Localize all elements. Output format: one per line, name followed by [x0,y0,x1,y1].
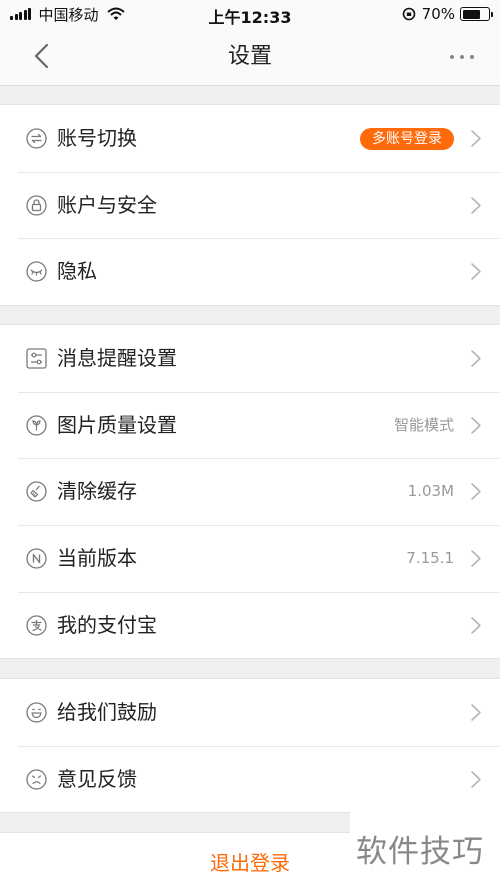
chevron-right-icon [471,550,481,567]
page-title: 设置 [227,44,272,69]
chevron-right-icon [471,263,481,281]
settings-row-account-security[interactable]: 账户与安全 [0,171,500,239]
multi-account-badge: 多账号登录 [360,128,454,150]
status-bar: 中国移动 上午12:33 70% [0,0,500,28]
version-n-icon [26,548,47,569]
row-label: 消息提醒设置 [57,346,177,370]
frown-icon [26,769,47,790]
settings-row-notifications[interactable]: 消息提醒设置 [0,325,500,392]
settings-group-account: 账号切换 多账号登录 账户与安全 隐私 [0,104,500,306]
chevron-right-icon [471,483,481,501]
chevron-right-icon [471,130,481,147]
settings-row-encourage[interactable]: 给我们鼓励 [0,679,500,746]
row-label: 隐私 [57,259,97,284]
settings-row-privacy[interactable]: 隐私 [0,238,500,305]
chevron-right-icon [471,416,481,434]
settings-row-clear-cache[interactable]: 清除缓存 1.03M [0,458,500,525]
more-button[interactable] [446,46,478,68]
chevron-right-icon [471,770,481,788]
settings-row-feedback[interactable]: 意见反馈 [0,745,500,813]
chevron-right-icon [471,616,481,634]
navigation-bar: 设置 [0,28,500,86]
version-value: 7.15.1 [406,548,454,567]
sliders-icon [26,348,47,369]
row-label: 我的支付宝 [57,612,157,637]
settings-row-image-quality[interactable]: 图片质量设置 智能模式 [0,391,500,459]
closed-eye-icon [26,261,47,282]
settings-row-account-switch[interactable]: 账号切换 多账号登录 [0,105,500,172]
row-label: 清除缓存 [57,479,137,504]
chevron-right-icon [471,704,481,721]
image-quality-value: 智能模式 [393,415,454,434]
row-label: 账户与安全 [57,192,157,217]
settings-group-feedback: 给我们鼓励 意见反馈 [0,678,500,814]
battery-percent: 70% [421,5,455,23]
watermark: 软件技巧 [350,812,500,889]
row-label: 图片质量设置 [57,412,177,437]
watermark-text: 软件技巧 [356,834,484,870]
row-label: 当前版本 [57,545,137,570]
cache-size-value: 1.03M [407,482,454,501]
alipay-icon [26,614,47,636]
orientation-lock-icon [402,7,415,21]
switch-account-icon [26,128,47,149]
row-label: 意见反馈 [57,766,137,791]
broom-icon [26,481,47,502]
lock-icon [26,195,47,216]
settings-row-alipay[interactable]: 我的支付宝 [0,591,500,659]
chevron-right-icon [471,196,481,214]
smile-icon [26,702,47,723]
settings-row-version[interactable]: 当前版本 7.15.1 [0,524,500,592]
row-label: 给我们鼓励 [57,700,157,724]
chevron-right-icon [471,350,481,367]
battery-icon [460,7,493,21]
row-label: 账号切换 [57,126,137,150]
settings-group-general: 消息提醒设置 图片质量设置 智能模式 清除缓存 1.03M 当前版本 7.15.… [0,324,500,660]
image-quality-icon [26,415,47,436]
